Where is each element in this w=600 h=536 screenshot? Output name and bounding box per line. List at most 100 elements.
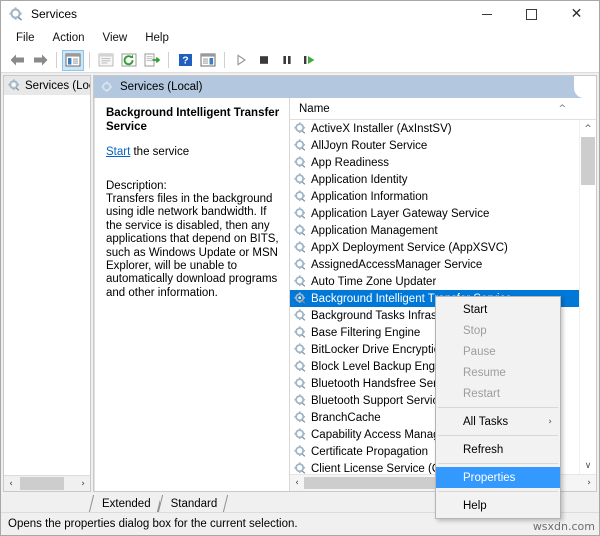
pause-service-icon[interactable] — [276, 50, 298, 71]
toolbar-separator — [89, 52, 90, 68]
toolbar-separator — [56, 52, 57, 68]
services-gear-icon — [101, 80, 114, 94]
tree-horizontal-scrollbar[interactable]: ‹ › — [4, 475, 90, 491]
refresh-icon[interactable] — [118, 50, 140, 71]
forward-icon[interactable] — [29, 50, 51, 71]
close-icon[interactable]: ✕ — [554, 1, 599, 27]
context-menu-item-help[interactable]: Help — [436, 495, 560, 516]
services-gear-icon — [294, 207, 307, 220]
scroll-thumb-vertical[interactable] — [581, 137, 595, 185]
table-row[interactable]: AssignedAccessManager Service — [290, 256, 579, 273]
toolbar-separator — [168, 52, 169, 68]
service-name: Auto Time Zone Updater — [311, 275, 437, 288]
table-row[interactable]: ActiveX Installer (AxInstSV) — [290, 120, 579, 137]
services-gear-icon — [294, 122, 307, 135]
start-service-icon[interactable] — [230, 50, 252, 71]
tree-item-services-local[interactable]: Services (Loca — [4, 76, 90, 95]
table-row[interactable]: Auto Time Zone Updater — [290, 273, 579, 290]
service-description-pane: Background Intelligent Transfer Service … — [94, 98, 290, 491]
context-menu-item-properties[interactable]: Properties — [436, 467, 560, 488]
menu-view[interactable]: View — [94, 30, 137, 46]
service-name: ActiveX Installer (AxInstSV) — [311, 122, 452, 135]
services-gear-icon — [294, 190, 307, 203]
menu-help[interactable]: Help — [136, 30, 178, 46]
services-gear-icon — [294, 309, 307, 322]
show-hide-console-tree-icon[interactable] — [62, 49, 84, 71]
service-name: App Readiness — [311, 156, 389, 169]
services-gear-icon — [294, 394, 307, 407]
toolbar: ? — [1, 48, 599, 73]
context-menu-item-start[interactable]: Start — [436, 299, 560, 320]
scroll-right-icon[interactable]: › — [582, 476, 596, 491]
scroll-down-icon[interactable]: ∨ — [580, 457, 596, 474]
menu-action[interactable]: Action — [44, 30, 94, 46]
table-row[interactable]: App Readiness — [290, 154, 579, 171]
pane-header: Services (Local) — [94, 76, 596, 98]
list-vertical-scrollbar[interactable]: ^ ∨ — [579, 120, 596, 474]
column-header-name[interactable]: Name — [290, 103, 330, 115]
tree-item-label: Services (Loca — [25, 79, 90, 92]
services-gear-icon — [294, 275, 307, 288]
context-menu-item-refresh[interactable]: Refresh — [436, 439, 560, 460]
services-gear-icon — [294, 326, 307, 339]
services-gear-icon — [294, 462, 307, 474]
restart-service-icon[interactable] — [299, 50, 321, 71]
back-icon[interactable] — [6, 50, 28, 71]
column-header-row: Name ^ — [290, 98, 596, 120]
services-gear-icon — [294, 411, 307, 424]
context-menu-item-all-tasks[interactable]: All Tasks › — [436, 411, 560, 432]
menu-item-label: Help — [463, 499, 487, 512]
menu-item-label: Start — [463, 303, 488, 316]
tab-standard[interactable]: Standard — [159, 495, 227, 512]
title-bar: Services ✕ — [1, 1, 599, 27]
scroll-track[interactable] — [18, 476, 76, 491]
menu-file[interactable]: File — [7, 30, 44, 46]
table-row[interactable]: Application Identity — [290, 171, 579, 188]
services-gear-icon — [294, 224, 307, 237]
menu-item-label: Pause — [463, 345, 496, 358]
stop-service-icon[interactable] — [253, 50, 275, 71]
menu-separator — [438, 407, 558, 408]
scroll-thumb[interactable] — [20, 477, 64, 490]
service-name: AssignedAccessManager Service — [311, 258, 483, 271]
context-menu-item-stop: Stop — [436, 320, 560, 341]
service-action-line: Start the service — [106, 146, 280, 158]
context-menu-item-pause: Pause — [436, 341, 560, 362]
start-service-suffix: the service — [130, 146, 190, 158]
status-text: Opens the properties dialog box for the … — [8, 518, 298, 530]
help-icon[interactable]: ? — [174, 50, 196, 71]
view-tabs: Extended Standard — [91, 494, 227, 512]
show-hide-action-pane-icon[interactable] — [197, 50, 219, 71]
menu-separator — [438, 463, 558, 464]
toolbar-separator — [224, 52, 225, 68]
menu-item-label: Restart — [463, 387, 501, 400]
tab-extended[interactable]: Extended — [91, 495, 160, 512]
scroll-right-icon[interactable]: › — [76, 476, 90, 491]
services-gear-icon — [294, 377, 307, 390]
context-menu: Start Stop Pause Resume Restart All Tasks › Ref… — [435, 296, 561, 519]
pane-header-curve — [574, 76, 596, 98]
scroll-left-icon[interactable]: ‹ — [290, 476, 304, 491]
start-service-link[interactable]: Start — [106, 146, 130, 158]
export-list-icon[interactable] — [141, 50, 163, 71]
properties-icon[interactable] — [95, 50, 117, 71]
minimize-icon[interactable] — [464, 1, 509, 27]
maximize-icon[interactable] — [509, 1, 554, 27]
services-gear-icon — [294, 139, 307, 152]
chevron-right-icon: › — [548, 416, 552, 427]
scroll-up-icon[interactable]: ^ — [580, 120, 596, 137]
table-row[interactable]: Application Management — [290, 222, 579, 239]
table-row[interactable]: AllJoyn Router Service — [290, 137, 579, 154]
scroll-left-icon[interactable]: ‹ — [4, 476, 18, 491]
service-title: Background Intelligent Transfer Service — [106, 107, 280, 133]
service-name: Application Information — [311, 190, 428, 203]
service-name: BranchCache — [311, 411, 381, 424]
menu-separator — [438, 435, 558, 436]
table-row[interactable]: AppX Deployment Service (AppXSVC) — [290, 239, 579, 256]
services-gear-icon — [8, 79, 21, 92]
table-row[interactable]: Application Information — [290, 188, 579, 205]
description-text: Transfers files in the background using … — [106, 193, 279, 299]
scroll-track-vertical[interactable] — [580, 137, 596, 457]
pane-divider — [94, 98, 95, 491]
table-row[interactable]: Application Layer Gateway Service — [290, 205, 579, 222]
